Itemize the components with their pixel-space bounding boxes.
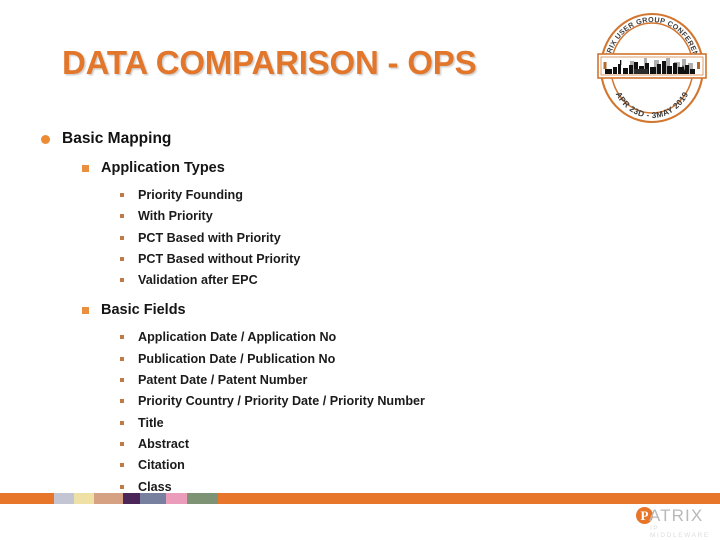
outline-item-level3: With Priority xyxy=(0,205,720,226)
outline-item-level3: Citation xyxy=(0,454,720,475)
outline-item-level3: Abstract xyxy=(0,433,720,454)
bullet-small-square-icon xyxy=(120,420,124,425)
outline-item-label: PCT Based without Priority xyxy=(138,251,301,266)
bullet-small-square-icon xyxy=(120,335,124,340)
footer-swatch xyxy=(166,493,187,504)
footer-swatch xyxy=(54,493,74,504)
outline-item-label: Basic Mapping xyxy=(62,130,172,147)
footer-swatch xyxy=(187,493,218,504)
patrix-logo-subtitle: IP MIDDLEWARE xyxy=(650,525,710,539)
outline-item-level3: Publication Date / Publication No xyxy=(0,348,720,369)
emblem-bottom-arc-text: APR 23D - 3MAY 2019 xyxy=(614,90,691,120)
outline-item-level3: Application Date / Application No xyxy=(0,326,720,347)
conference-emblem: PATRIX USER GROUP CONFERENCE APR 23D - 3… xyxy=(594,12,710,124)
emblem-banner-right-tab xyxy=(697,62,700,69)
bullet-square-icon xyxy=(82,307,89,315)
outline-item-level3: Priority Founding xyxy=(0,184,720,205)
footer-swatch xyxy=(74,493,94,504)
outline-item-label: Priority Country / Priority Date / Prior… xyxy=(138,394,425,409)
outline-item-label: Abstract xyxy=(138,436,190,451)
outline-item-level3: Priority Country / Priority Date / Prior… xyxy=(0,390,720,411)
bullet-small-square-icon xyxy=(120,356,124,361)
footer-swatch xyxy=(140,493,166,504)
bullet-small-square-icon xyxy=(120,378,124,383)
outline-item-label: Basic Fields xyxy=(101,302,186,319)
outline-item-label: Patent Date / Patent Number xyxy=(138,373,308,388)
bullet-square-icon xyxy=(82,165,89,172)
bullet-small-square-icon xyxy=(120,256,124,261)
footer-swatch xyxy=(123,493,140,504)
outline-item-label: Title xyxy=(138,415,164,430)
bullet-small-square-icon xyxy=(120,193,124,197)
bullet-small-square-icon xyxy=(120,441,124,446)
page-title: DATA COMPARISON - OPS xyxy=(62,44,477,81)
outline-item-label: Validation after EPC xyxy=(138,273,258,288)
footer-color-swatches xyxy=(54,493,218,504)
outline-item-label: Application Date / Application No xyxy=(138,330,337,345)
outline-item-level3: Title xyxy=(0,412,720,433)
bullet-circle-icon xyxy=(41,135,50,144)
outline-item-level2: Basic Fields xyxy=(0,298,720,322)
outline-item-level3: Patent Date / Patent Number xyxy=(0,369,720,390)
outline-item-label: Priority Founding xyxy=(138,188,243,202)
outline-item-label: Class xyxy=(138,479,172,494)
bullet-small-square-icon xyxy=(120,235,124,240)
outline-item-level3: PCT Based without Priority xyxy=(0,248,720,269)
outline-item-label: PCT Based with Priority xyxy=(138,230,281,245)
bullet-small-square-icon xyxy=(120,399,124,404)
footer-swatch xyxy=(94,493,123,504)
patrix-logo-wordmark: ATRIX xyxy=(649,506,704,525)
outline-item-level3: PCT Based with Priority xyxy=(0,227,720,248)
emblem-banner-left-tab xyxy=(603,62,607,69)
bullet-small-square-icon xyxy=(120,278,124,283)
outline-item-label: With Priority xyxy=(138,209,213,224)
outline-item-level3: Validation after EPC xyxy=(0,269,720,290)
bullet-small-square-icon xyxy=(120,484,124,489)
bullet-small-square-icon xyxy=(120,214,124,219)
outline-item-label: Application Types xyxy=(101,160,225,176)
patrix-logo: P ATRIX IP MIDDLEWARE xyxy=(636,506,718,539)
outline-item-level1: Basic Mapping xyxy=(0,126,720,152)
outline-item-label: Citation xyxy=(138,458,185,473)
bullet-small-square-icon xyxy=(120,463,124,468)
outline-item-label: Publication Date / Publication No xyxy=(138,351,336,366)
outline-item-level2: Application Types xyxy=(0,156,720,180)
outline-content: Basic Mapping Application Types Priority… xyxy=(0,126,720,497)
